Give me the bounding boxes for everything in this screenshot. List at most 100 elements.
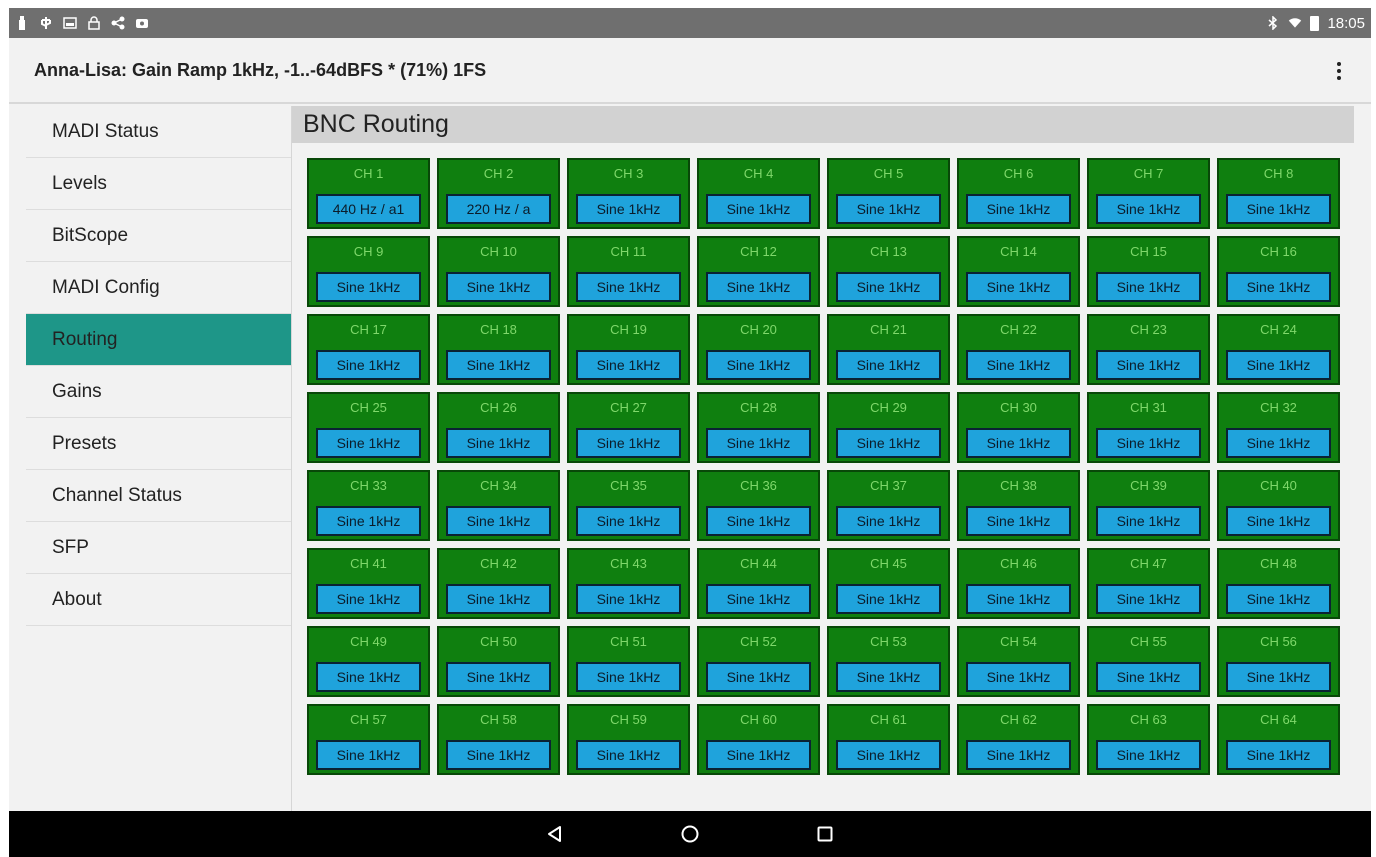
channel-source-button[interactable]: Sine 1kHz	[446, 740, 551, 770]
channel-source-button[interactable]: Sine 1kHz	[836, 662, 941, 692]
channel-source-button[interactable]: Sine 1kHz	[1096, 740, 1201, 770]
channel-source-button[interactable]: Sine 1kHz	[1096, 350, 1201, 380]
channel-cell: CH 59 Sine 1kHz	[567, 704, 690, 775]
channel-source-button[interactable]: Sine 1kHz	[966, 740, 1071, 770]
channel-name: CH 43	[610, 556, 647, 571]
channel-source-button[interactable]: Sine 1kHz	[576, 506, 681, 536]
sidebar-item-channel-status[interactable]: Channel Status	[26, 470, 291, 522]
channel-source-button[interactable]: Sine 1kHz	[446, 272, 551, 302]
sidebar-item-routing[interactable]: Routing	[26, 314, 291, 366]
channel-source-button[interactable]: Sine 1kHz	[446, 584, 551, 614]
channel-source-button[interactable]: Sine 1kHz	[706, 506, 811, 536]
channel-source-button[interactable]: Sine 1kHz	[1226, 584, 1331, 614]
wifi-icon	[1288, 16, 1302, 30]
channel-source-button[interactable]: Sine 1kHz	[966, 662, 1071, 692]
channel-name: CH 53	[870, 634, 907, 649]
channel-name: CH 62	[1000, 712, 1037, 727]
channel-source-button[interactable]: Sine 1kHz	[966, 506, 1071, 536]
channel-source-button[interactable]: Sine 1kHz	[836, 740, 941, 770]
sidebar-item-sfp[interactable]: SFP	[26, 522, 291, 574]
channel-source-button[interactable]: Sine 1kHz	[316, 740, 421, 770]
channel-source-button[interactable]: Sine 1kHz	[316, 506, 421, 536]
channel-source-button[interactable]: Sine 1kHz	[836, 350, 941, 380]
sidebar-item-madi-status[interactable]: MADI Status	[26, 106, 291, 158]
channel-cell: CH 21 Sine 1kHz	[827, 314, 950, 385]
battery-icon	[1310, 15, 1320, 31]
channel-cell: CH 23 Sine 1kHz	[1087, 314, 1210, 385]
channel-source-button[interactable]: Sine 1kHz	[316, 272, 421, 302]
channel-source-button[interactable]: Sine 1kHz	[446, 350, 551, 380]
channel-source-button[interactable]: Sine 1kHz	[966, 272, 1071, 302]
channel-source-button[interactable]: Sine 1kHz	[1096, 428, 1201, 458]
channel-source-button[interactable]: Sine 1kHz	[446, 662, 551, 692]
channel-source-button[interactable]: 220 Hz / a	[446, 194, 551, 224]
channel-source-button[interactable]: Sine 1kHz	[1226, 194, 1331, 224]
channel-source-button[interactable]: Sine 1kHz	[576, 350, 681, 380]
sidebar-item-madi-config[interactable]: MADI Config	[26, 262, 291, 314]
channel-source-button[interactable]: Sine 1kHz	[706, 662, 811, 692]
channel-source-button[interactable]: Sine 1kHz	[576, 272, 681, 302]
channel-name: CH 35	[610, 478, 647, 493]
channel-source-button[interactable]: Sine 1kHz	[1226, 662, 1331, 692]
channel-source-button[interactable]: Sine 1kHz	[836, 506, 941, 536]
lock-icon	[87, 16, 101, 30]
channel-source-button[interactable]: Sine 1kHz	[706, 584, 811, 614]
channel-name: CH 56	[1260, 634, 1297, 649]
channel-source-button[interactable]: Sine 1kHz	[1096, 584, 1201, 614]
channel-source-button[interactable]: Sine 1kHz	[1096, 662, 1201, 692]
channel-source-button[interactable]: Sine 1kHz	[836, 584, 941, 614]
channel-name: CH 26	[480, 400, 517, 415]
back-icon[interactable]	[535, 814, 575, 854]
channel-cell: CH 33 Sine 1kHz	[307, 470, 430, 541]
channel-cell: CH 48 Sine 1kHz	[1217, 548, 1340, 619]
sidebar-item-gains[interactable]: Gains	[26, 366, 291, 418]
home-icon[interactable]	[670, 814, 710, 854]
channel-source-button[interactable]: Sine 1kHz	[836, 194, 941, 224]
channel-source-button[interactable]: Sine 1kHz	[706, 272, 811, 302]
channel-source-button[interactable]: Sine 1kHz	[706, 428, 811, 458]
channel-source-button[interactable]: Sine 1kHz	[1226, 740, 1331, 770]
sidebar-item-bitscope[interactable]: BitScope	[26, 210, 291, 262]
channel-source-button[interactable]: Sine 1kHz	[576, 194, 681, 224]
channel-source-button[interactable]: Sine 1kHz	[1096, 194, 1201, 224]
share-icon	[111, 16, 125, 30]
channel-source-button[interactable]: Sine 1kHz	[446, 506, 551, 536]
channel-source-button[interactable]: Sine 1kHz	[836, 428, 941, 458]
channel-name: CH 21	[870, 322, 907, 337]
channel-source-button[interactable]: Sine 1kHz	[316, 350, 421, 380]
channel-cell: CH 40 Sine 1kHz	[1217, 470, 1340, 541]
channel-source-button[interactable]: Sine 1kHz	[576, 428, 681, 458]
channel-source-button[interactable]: Sine 1kHz	[1096, 506, 1201, 536]
channel-cell: CH 54 Sine 1kHz	[957, 626, 1080, 697]
sidebar-item-about[interactable]: About	[26, 574, 291, 626]
channel-source-button[interactable]: Sine 1kHz	[836, 272, 941, 302]
channel-source-button[interactable]: Sine 1kHz	[706, 350, 811, 380]
channel-source-button[interactable]: Sine 1kHz	[1096, 272, 1201, 302]
channel-source-button[interactable]: Sine 1kHz	[966, 428, 1071, 458]
recents-icon[interactable]	[805, 814, 845, 854]
channel-source-button[interactable]: Sine 1kHz	[446, 428, 551, 458]
channel-source-button[interactable]: Sine 1kHz	[966, 584, 1071, 614]
channel-name: CH 30	[1000, 400, 1037, 415]
sidebar-item-presets[interactable]: Presets	[26, 418, 291, 470]
channel-source-button[interactable]: Sine 1kHz	[966, 350, 1071, 380]
channel-source-button[interactable]: Sine 1kHz	[576, 740, 681, 770]
channel-name: CH 5	[873, 166, 904, 181]
channel-source-button[interactable]: Sine 1kHz	[706, 740, 811, 770]
sidebar-item-levels[interactable]: Levels	[26, 158, 291, 210]
channel-source-button[interactable]: Sine 1kHz	[966, 194, 1071, 224]
channel-source-button[interactable]: Sine 1kHz	[316, 662, 421, 692]
overflow-menu-icon[interactable]	[1327, 58, 1351, 84]
channel-source-button[interactable]: Sine 1kHz	[576, 662, 681, 692]
channel-cell: CH 39 Sine 1kHz	[1087, 470, 1210, 541]
channel-source-button[interactable]: Sine 1kHz	[576, 584, 681, 614]
channel-source-button[interactable]: Sine 1kHz	[316, 584, 421, 614]
channel-source-button[interactable]: Sine 1kHz	[1226, 506, 1331, 536]
channel-source-button[interactable]: Sine 1kHz	[1226, 350, 1331, 380]
channel-cell: CH 45 Sine 1kHz	[827, 548, 950, 619]
channel-source-button[interactable]: Sine 1kHz	[706, 194, 811, 224]
channel-source-button[interactable]: Sine 1kHz	[316, 428, 421, 458]
channel-source-button[interactable]: Sine 1kHz	[1226, 428, 1331, 458]
channel-source-button[interactable]: Sine 1kHz	[1226, 272, 1331, 302]
channel-source-button[interactable]: 440 Hz / a1	[316, 194, 421, 224]
